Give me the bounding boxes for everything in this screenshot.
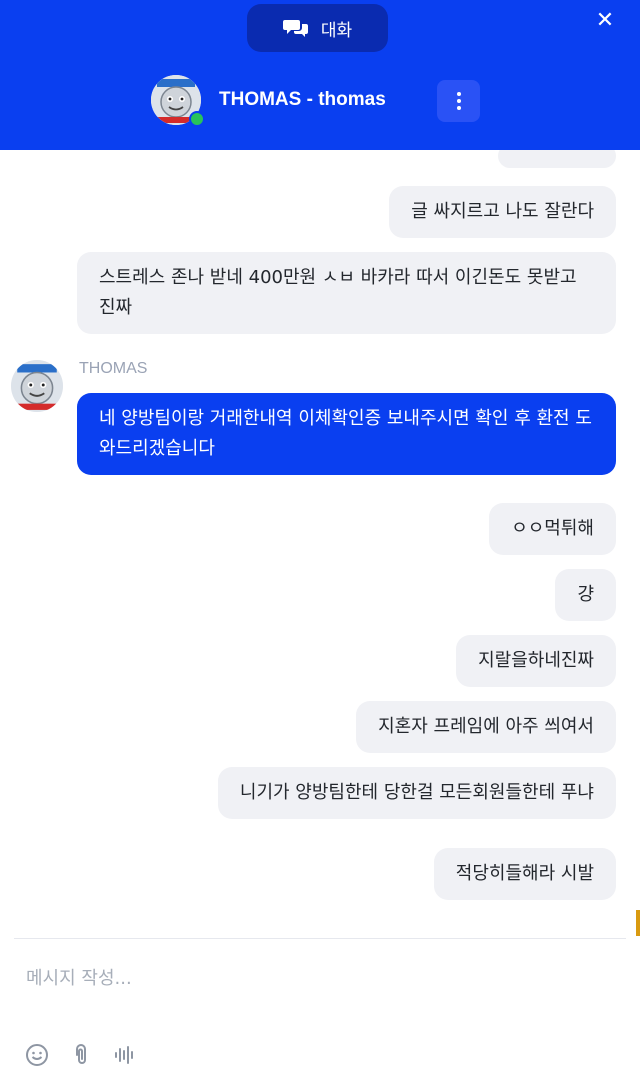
- scrollbar-thumb[interactable]: [636, 910, 640, 936]
- emoji-icon[interactable]: [25, 1042, 49, 1068]
- message-bubble-user: 걍: [555, 569, 616, 621]
- avatar: [11, 360, 63, 412]
- sender-name: THOMAS: [79, 360, 148, 377]
- message-bubble-user: ㅇㅇ먹튀해: [489, 503, 616, 555]
- chat-header: 대화 ✕ THOMAS - thomas: [0, 0, 640, 150]
- message-bubble-user: 스트레스 존나 받네 400만원 ㅅㅂ 바카라 따서 이긴돈도 못받고 진짜: [77, 252, 616, 334]
- message-bubble-user: 니기가 양방팀한테 당한걸 모든회원들한테 푸냐: [217, 767, 616, 819]
- message-list[interactable]: 글 싸지르고 나도 잘란다 스트레스 존나 받네 400만원 ㅅㅂ 바카라 따서…: [0, 150, 640, 938]
- train-face-icon: [11, 360, 63, 412]
- composer-toolbar: [25, 1042, 137, 1068]
- online-status-dot: [189, 111, 205, 127]
- attachment-icon[interactable]: [69, 1042, 93, 1068]
- more-options-button[interactable]: [437, 80, 480, 122]
- message-bubble-user: 적당히들해라 시발: [433, 848, 616, 900]
- agent-avatar-container: [151, 75, 205, 129]
- message-bubble-partial: [498, 150, 616, 168]
- message-bubble-user: 지랄을하네진짜: [456, 635, 616, 687]
- tab-label: 대화: [320, 20, 353, 41]
- tab-conversation[interactable]: 대화: [247, 4, 388, 52]
- message-bubble-user: 글 싸지르고 나도 잘란다: [389, 186, 616, 238]
- message-input[interactable]: [14, 958, 614, 998]
- voice-icon[interactable]: [113, 1042, 137, 1068]
- chat-bubbles-icon: [282, 20, 308, 37]
- composer-divider: [14, 938, 626, 939]
- message-bubble-user: 지혼자 프레임에 아주 씌여서: [356, 701, 616, 753]
- close-icon: ✕: [595, 8, 615, 33]
- close-button[interactable]: ✕: [594, 10, 616, 32]
- agent-name: THOMAS - thomas: [219, 89, 386, 110]
- message-bubble-agent: 네 양방팀이랑 거래한내역 이체확인증 보내주시면 확인 후 환전 도와드리겠습…: [77, 393, 616, 475]
- more-vertical-icon: [456, 92, 461, 96]
